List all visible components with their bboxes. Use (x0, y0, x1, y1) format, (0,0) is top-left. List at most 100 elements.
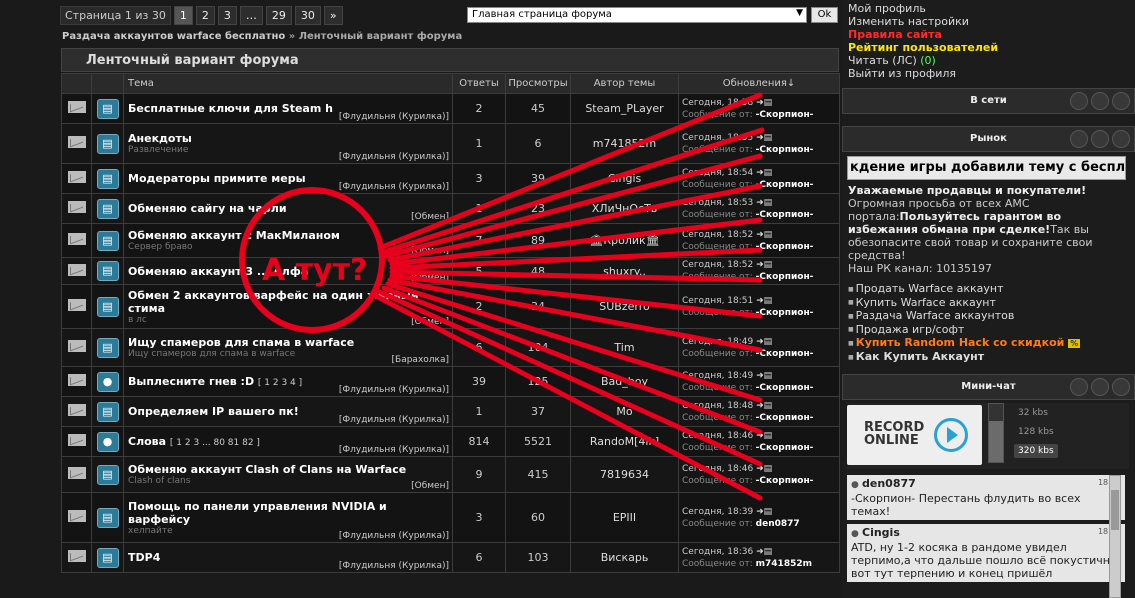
market-link-howto[interactable]: Как Купить Аккаунт (848, 350, 1128, 364)
topic-title-text[interactable]: Обменяю сайгу на чарли (128, 202, 287, 215)
topic-title[interactable]: Обмен 2 аккаунтов варфейс на один жирный… (128, 289, 448, 315)
topic-forum[interactable]: [Флудильня (Курилка)] (339, 531, 449, 541)
forum-jump-select[interactable]: Главная страница форума ▼ (467, 7, 807, 23)
link-rating[interactable]: Рейтинг пользователей (848, 41, 998, 54)
update-author[interactable]: -Скорпион- (756, 210, 814, 220)
col-updates[interactable]: Обновления↓ (678, 73, 840, 94)
gear-icon[interactable] (1112, 130, 1130, 148)
update-author[interactable]: -Скорпион- (756, 242, 814, 252)
table-row[interactable]: ▤ Определяем IP вашего пк! [Флудильня (Ку… (61, 396, 840, 427)
update-author[interactable]: m741852m (756, 559, 812, 569)
envelope-icon[interactable] (67, 510, 86, 522)
update-date[interactable]: Сегодня, 18:52 (682, 230, 753, 240)
col-author[interactable]: Автор темы (570, 73, 679, 94)
update-author[interactable]: -Скорпион- (756, 383, 814, 393)
update-author[interactable]: den0877 (756, 519, 800, 529)
gear-icon[interactable] (1070, 130, 1088, 148)
update-date[interactable]: Сегодня, 18:39 (682, 507, 753, 517)
author-cell[interactable]: m741852m (570, 123, 679, 164)
update-author[interactable]: -Скорпион- (756, 180, 814, 190)
topic-forum[interactable]: [Флудильня (Курилка)] (339, 385, 449, 395)
envelope-icon[interactable] (67, 299, 86, 311)
update-date[interactable]: Сегодня, 18:55 (682, 133, 753, 143)
update-date[interactable]: Сегодня, 18:54 (682, 168, 753, 178)
table-row[interactable]: ▤ Помощь по панели управления NVIDIA и ва… (61, 492, 840, 543)
goto-last-icon[interactable]: ➜▤ (756, 230, 772, 240)
topic-title-text[interactable]: Выплесните гнев :D (128, 375, 254, 388)
topic-title-text[interactable]: Обменяю аккаунт с МакМиланом (128, 229, 340, 242)
update-date[interactable]: Сегодня, 18:53 (682, 198, 753, 208)
table-row[interactable]: ▤ TDP4 [Флудильня (Курилка)] 6 103 Вискарь Се… (61, 542, 840, 573)
topic-title[interactable]: Ищу спамеров для спама в warface (128, 336, 448, 349)
table-row[interactable]: ▤ Модераторы примите меры [Флудильня (Кур… (61, 163, 840, 194)
table-row[interactable]: ▤ Обмен 2 аккаунтов варфейс на один жирны… (61, 284, 840, 329)
market-link-games[interactable]: Продажа игр/софт (848, 323, 1128, 337)
envelope-icon[interactable] (67, 550, 86, 562)
topic-title-text[interactable]: Обмен 2 аккаунтов варфейс на один жирный… (128, 289, 419, 315)
table-row[interactable]: ▤ Анекдоты Развлечение [Флудильня (Курилка… (61, 123, 840, 164)
topic-title-text[interactable]: Обменяю аккаунт 3 ... Алфа (128, 265, 308, 278)
page-29[interactable]: 29 (265, 5, 292, 25)
table-row[interactable]: ▤ Обменяю аккаунт с МакМиланом Сервер бра… (61, 223, 840, 258)
goto-last-icon[interactable]: ➜▤ (756, 260, 772, 270)
link-pm[interactable]: Читать (ЛС) (0) (848, 54, 998, 67)
author-cell[interactable]: Bad_boy (570, 366, 679, 397)
update-author[interactable]: -Скорпион- (756, 443, 814, 453)
chat-scrollbar[interactable] (1109, 475, 1121, 598)
chat-scroll-thumb[interactable] (1111, 490, 1119, 530)
goto-last-icon[interactable]: ➜▤ (756, 371, 772, 381)
topic-forum[interactable]: [Флудильня (Курилка)] (339, 182, 449, 192)
author-cell[interactable]: SUBzerro (570, 284, 679, 329)
update-author[interactable]: -Скорпион- (756, 308, 814, 318)
envelope-icon[interactable] (67, 136, 86, 148)
update-date[interactable]: Сегодня, 18:36 (682, 547, 753, 557)
envelope-icon[interactable] (67, 233, 86, 245)
author-cell[interactable]: 7819634 (570, 456, 679, 493)
page-next[interactable]: » (323, 5, 343, 25)
topic-title-text[interactable]: Помощь по панели управления NVIDIA и вар… (128, 500, 387, 526)
topic-forum[interactable]: [Обмен] (411, 246, 449, 256)
topic-forum[interactable]: [Флудильня (Курилка)] (339, 415, 449, 425)
link-settings[interactable]: Изменить настройки (848, 15, 998, 28)
envelope-icon[interactable] (67, 101, 86, 113)
topic-forum[interactable]: [Флудильня (Курилка)] (339, 445, 449, 455)
goto-last-icon[interactable]: ➜▤ (756, 547, 772, 557)
envelope-icon[interactable] (67, 374, 86, 386)
market-link-hack[interactable]: Купить Random Hack со скидкой % (848, 336, 1128, 350)
update-author[interactable]: -Скорпион- (756, 349, 814, 359)
table-row[interactable]: ▤ Обменяю аккаунт 3 ... Алфа [Обмен] 5 48 sh… (61, 257, 840, 285)
goto-last-icon[interactable]: ➜▤ (756, 464, 772, 474)
author-cell[interactable]: 🏛Кролик🏛 (570, 223, 679, 258)
envelope-icon[interactable] (67, 340, 86, 352)
gear-icon[interactable] (1091, 378, 1109, 396)
envelope-icon[interactable] (67, 263, 86, 276)
page-3[interactable]: 3 (217, 5, 237, 25)
topic-title-text[interactable]: Слова (128, 435, 166, 448)
envelope-icon[interactable] (67, 171, 86, 183)
col-replies[interactable]: Ответы (452, 73, 506, 94)
update-date[interactable]: Сегодня, 18:46 (682, 464, 753, 474)
envelope-icon[interactable] (67, 467, 86, 479)
market-link-giveaway[interactable]: Раздача Warface аккаунтов (848, 309, 1128, 323)
gear-icon[interactable] (1112, 378, 1130, 396)
author-cell[interactable]: ХЛиЧнОсТь (570, 193, 679, 224)
topic-title-text[interactable]: TDP4 (128, 551, 160, 564)
gear-icon[interactable] (1070, 378, 1088, 396)
topic-title-text[interactable]: Модераторы примите меры (128, 172, 306, 185)
topic-forum[interactable]: [Обмен] (411, 481, 449, 491)
author-cell[interactable]: Tim (570, 328, 679, 367)
envelope-icon[interactable] (67, 434, 86, 446)
update-date[interactable]: Сегодня, 18:46 (682, 431, 753, 441)
author-cell[interactable]: Mo (570, 396, 679, 427)
goto-last-icon[interactable]: ➜▤ (756, 431, 772, 441)
table-row[interactable]: ● Выплесните гнев :D [ 1 2 3 4 ] [Флудильн… (61, 366, 840, 397)
topic-forum[interactable]: [Флудильня (Курилка)] (339, 561, 449, 571)
topic-forum[interactable]: [Обмен] (411, 317, 449, 327)
breadcrumb-root[interactable]: Раздача аккаунтов warface бесплатно (62, 31, 285, 42)
topic-title[interactable]: Обменяю аккаунт 3 ... Алфа (128, 265, 448, 278)
table-row[interactable]: ▤ Обменяю сайгу на чарли [Обмен] 1 23 ХЛиЧнО… (61, 193, 840, 224)
link-profile[interactable]: Мой профиль (848, 2, 998, 15)
topic-title-text[interactable]: Ищу спамеров для спама в warface (128, 336, 354, 349)
update-author[interactable]: -Скорпион- (756, 145, 814, 155)
market-link-buy[interactable]: Купить Warface аккаунт (848, 296, 1128, 310)
